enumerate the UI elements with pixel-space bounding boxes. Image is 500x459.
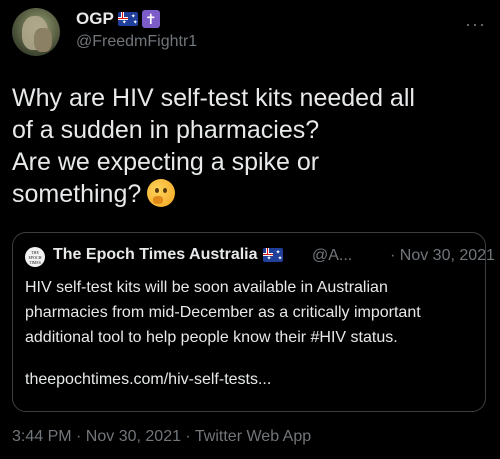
avatar[interactable] [12, 8, 60, 56]
quoted-tweet-date: · Nov 30, 2021 [390, 247, 495, 264]
tweet: OGP ✦ ✦ ✦ ✝ @FreedmFightr1 ··· Why are H… [0, 0, 500, 459]
epoch-times-logo-text: THE EPOCH TIMES [28, 249, 42, 265]
quoted-text-line: pharmacies from mid-December as a critic… [25, 304, 421, 321]
quoted-tweet-text: HIV self-test kits will be soon availabl… [25, 275, 475, 350]
tweet-text-line: something? [12, 180, 142, 208]
quoted-author-name: The Epoch Times Australia [53, 246, 258, 263]
quoted-text-line: additional tool to help people know thei… [25, 329, 398, 346]
thinking-face-emoji [147, 179, 176, 207]
avatar-figure-shadow [34, 28, 52, 52]
author-display-name[interactable]: OGP [76, 9, 114, 29]
more-icon[interactable]: ··· [465, 14, 486, 35]
tweet-timestamp[interactable]: 3:44 PM · Nov 30, 2021 · Twitter Web App [12, 428, 311, 446]
quoted-text-line: HIV self-test kits will be soon availabl… [25, 279, 388, 296]
tweet-text-line: Why are HIV self-test kits needed all [12, 84, 415, 112]
tweet-text: Why are HIV self-test kits needed all of… [12, 82, 482, 210]
epoch-times-logo-icon: THE EPOCH TIMES [25, 247, 45, 267]
quoted-author-row: The Epoch Times Australia ✦ ✦ ✦ [53, 246, 283, 264]
author-handle[interactable]: @FreedmFightr1 [76, 33, 197, 51]
quoted-tweet[interactable]: THE EPOCH TIMES The Epoch Times Australi… [12, 232, 495, 412]
cross-icon: ✝ [141, 10, 160, 28]
quoted-author-handle: @A... [312, 247, 353, 264]
australia-flag-icon: ✦ ✦ ✦ [262, 248, 283, 262]
tweet-text-line: Are we expecting a spike or [12, 148, 320, 176]
tweet-text-line: of a sudden in pharmacies? [12, 116, 320, 144]
author-name-row[interactable]: OGP ✦ ✦ ✦ ✝ [76, 9, 160, 29]
tweet-text-line-last: something? [12, 178, 482, 210]
australia-flag-icon: ✦ ✦ ✦ [117, 12, 138, 26]
quoted-tweet-link[interactable]: theepochtimes.com/hiv-self-tests... [25, 371, 271, 389]
